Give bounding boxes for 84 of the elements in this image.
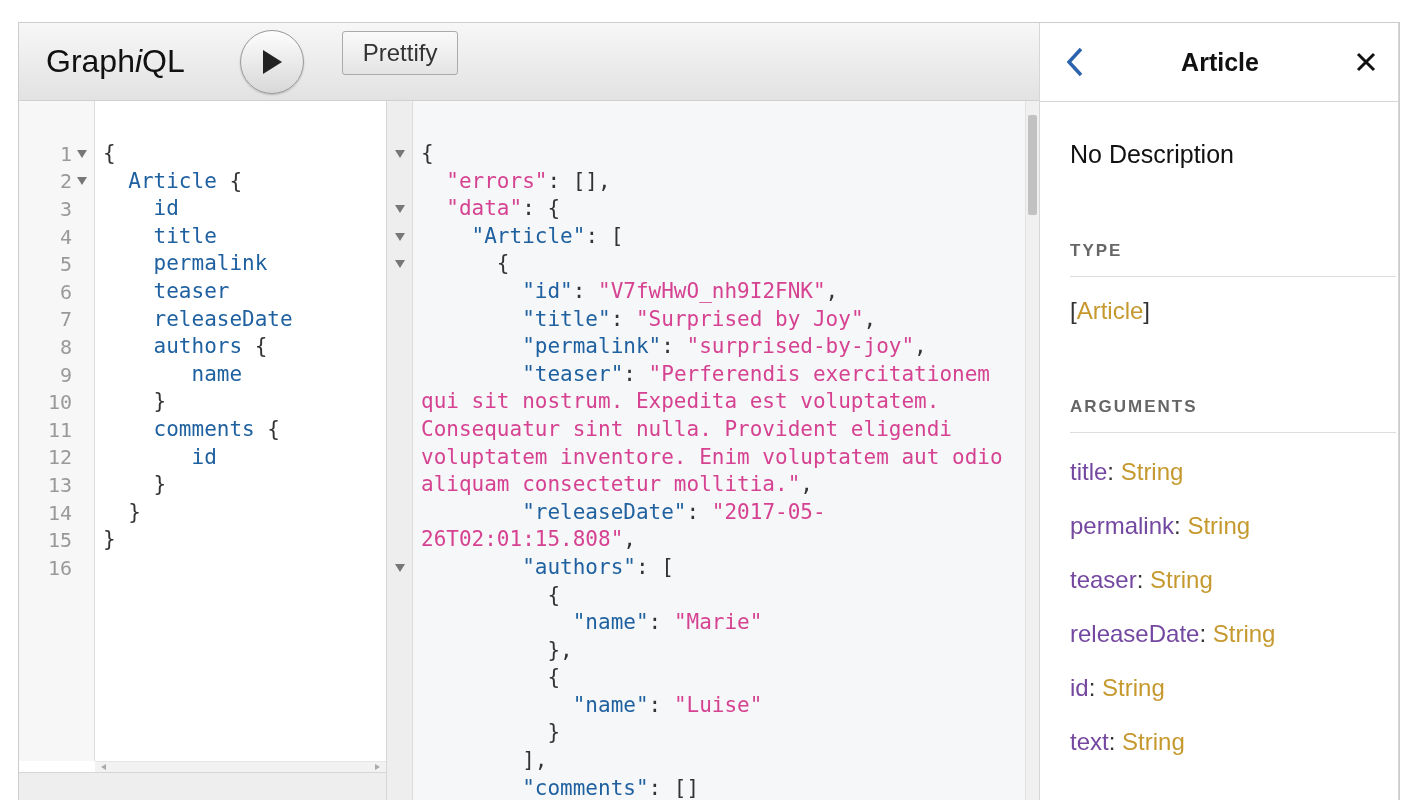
argument-item[interactable]: text: String [1070,715,1396,769]
code-line: "title": "Surprised by Joy", [521,305,878,333]
close-button[interactable] [1356,52,1376,72]
fold-icon[interactable] [394,149,405,158]
code-line: comments { [152,415,281,443]
type-link[interactable]: [Article] [1070,297,1396,325]
code-line: id [190,443,218,471]
code-line: { [421,140,435,167]
vertical-scrollbar[interactable] [1025,101,1039,800]
fold-icon[interactable] [394,260,405,269]
code-line: "errors": [], [445,167,612,195]
line-number: 1 [59,141,72,166]
argument-item[interactable]: title: String [1070,445,1396,499]
line-number: 15 [47,528,72,553]
line-number: 10 [47,390,72,415]
code-line: "releaseDate": "2017-05- [521,498,827,526]
code-line: Consequatur sint nulla. Provident eligendi [421,415,953,443]
type-heading: TYPE [1070,169,1396,277]
code-line: } [152,388,168,416]
code-line: permalink [152,250,269,278]
code-line: } [103,526,117,554]
line-number: 6 [59,279,72,304]
argument-item[interactable]: id: String [1070,661,1396,715]
line-number: 4 [59,224,72,249]
docs-title: Article [1181,47,1259,77]
code-line: 26T02:01:15.808", [421,526,637,554]
code-line: "permalink": "surprised-by-joy", [521,333,928,361]
code-line: id [152,195,180,223]
line-number: 14 [47,500,72,525]
code-line: "data": { [445,195,562,223]
code-line: } [546,719,562,747]
line-number: 13 [47,472,72,497]
argument-item[interactable]: teaser: String [1070,553,1396,607]
argument-item[interactable]: permalink: String [1070,499,1396,553]
horizontal-scrollbar[interactable] [95,761,386,772]
code-line: voluptatem inventore. Enim voluptatem aut odio [421,443,1004,471]
code-line: teaser [152,277,231,305]
fold-icon[interactable] [77,177,87,186]
code-line: { [495,250,511,278]
code-line: { [103,140,117,167]
line-number: 16 [47,555,72,580]
line-number: 2 [59,169,72,194]
chevron-left-icon [1066,47,1084,77]
code-line: { [546,581,562,609]
fold-icon[interactable] [77,149,87,158]
close-icon [1356,52,1376,72]
fold-icon[interactable] [394,232,405,241]
argument-item[interactable]: releaseDate: String [1070,607,1396,661]
app-logo: GraphiQL [46,43,185,80]
code-line: title [152,222,218,250]
line-number: 11 [47,417,72,442]
line-number: 8 [59,334,72,359]
prettify-button[interactable]: Prettify [341,30,459,75]
line-number: 9 [59,362,72,387]
code-line: "id": "V7fwHwO_nh9I2FNK", [521,277,840,305]
code-line: "teaser": "Perferendis exercitationem [521,360,991,388]
code-line: "authors": [ [521,553,675,581]
code-line: ], [521,747,549,775]
code-line: qui sit nostrum. Expedita est voluptatem. [421,388,941,416]
line-number: 7 [59,307,72,332]
code-line: } [152,471,168,499]
line-number: 5 [59,252,72,277]
code-line: name [190,360,244,388]
back-button[interactable] [1066,47,1084,77]
code-line: Article { [127,167,244,195]
code-line: } [127,498,142,526]
arguments-heading: ARGUMENTS [1070,325,1396,433]
code-line: releaseDate [152,305,294,333]
code-line: "comments": [] [521,774,701,800]
fold-icon[interactable] [394,563,405,572]
code-line: "name": "Luise" [571,691,764,719]
code-line: }, [546,636,574,664]
description-text: No Description [1070,140,1235,169]
code-line: { [546,664,562,692]
code-line: aliquam consectetur mollitia.", [421,471,814,499]
code-line: authors { [152,333,269,361]
line-number: 12 [47,445,72,470]
scroll-left-icon[interactable] [101,764,106,770]
code-line: "Article": [ [470,222,625,250]
fold-icon[interactable] [394,205,405,213]
play-icon [260,48,283,75]
scroll-right-icon[interactable] [375,764,380,770]
code-line: "name": "Marie" [571,609,764,637]
line-number: 3 [59,197,72,221]
